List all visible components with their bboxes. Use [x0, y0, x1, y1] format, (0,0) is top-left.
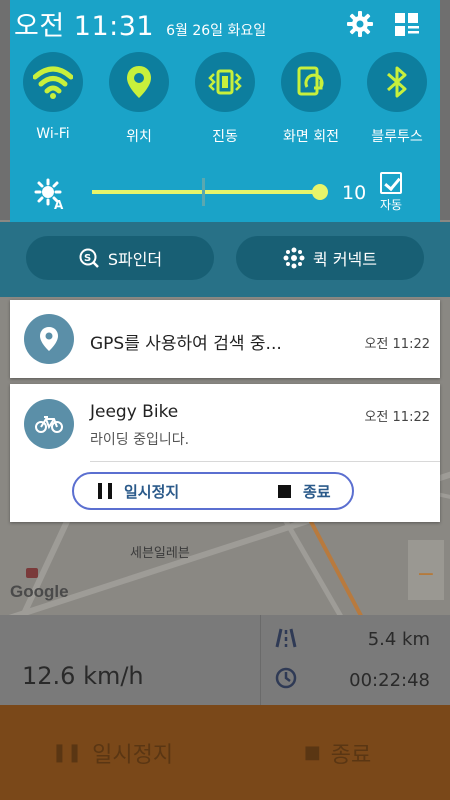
clock: 오전 11:31 [14, 11, 155, 42]
bike-notification-time: 오전 11:22 [364, 410, 430, 425]
brightness-slider[interactable] [92, 190, 320, 194]
notification-actions: 일시정지 종료 [72, 472, 354, 510]
bike-notification[interactable]: Jeegy Bike 오전 11:22 라이딩 중입니다. 일시정지 종료 [10, 384, 440, 522]
app-stop-button[interactable]: ■ 종료 [225, 705, 450, 800]
zoom-out-button[interactable]: − [408, 540, 444, 600]
speed-value: 12.6 km/h [22, 662, 144, 690]
bluetooth-icon [367, 52, 427, 112]
s-finder-button[interactable]: S S파인더 [26, 236, 214, 280]
notification-pause-button[interactable]: 일시정지 [98, 474, 179, 508]
toggle-bluetooth-label: 블루투스 [371, 129, 423, 145]
grid-edit-icon[interactable] [394, 12, 420, 38]
clock-icon [275, 667, 297, 689]
notification-stop-button[interactable]: 종료 [278, 474, 331, 508]
notification-stop-label: 종료 [303, 482, 331, 501]
bicycle-icon [24, 399, 74, 449]
stop-icon: ■ [303, 742, 321, 763]
pause-icon: ❚❚ [51, 742, 83, 763]
quick-connect-icon [283, 247, 305, 269]
svg-text:A: A [54, 198, 64, 210]
notification-pause-label: 일시정지 [124, 482, 180, 501]
auto-brightness-checkbox[interactable]: 자동 [376, 172, 406, 213]
road-distance-icon [275, 627, 297, 649]
ride-stats-panel: 12.6 km/h 5.4 km 00:22:48 [0, 615, 450, 705]
toggle-wifi-label: Wi-Fi [36, 126, 70, 142]
duration-value: 00:22:48 [349, 670, 430, 691]
pause-icon [98, 483, 112, 499]
toggle-wifi[interactable]: Wi-Fi [10, 52, 96, 146]
gear-icon[interactable] [346, 10, 374, 38]
ride-control-bar: ❚❚ 일시정지 ■ 종료 [0, 705, 450, 800]
bike-notification-text: 라이딩 중입니다. [90, 432, 190, 448]
gps-notification-title: GPS를 사용하여 검색 중... [90, 334, 282, 354]
auto-brightness-sun-icon: A [34, 178, 66, 212]
brightness-thumb[interactable] [312, 184, 328, 200]
toggle-vibrate[interactable]: 진동 [182, 52, 268, 146]
gps-notification[interactable]: GPS를 사용하여 검색 중... 오전 11:22 [10, 300, 440, 378]
screen-rotation-icon [281, 52, 341, 112]
checkbox-checked-icon [380, 172, 402, 194]
location-pin-icon [24, 314, 74, 364]
quick-connect-button[interactable]: 퀵 커넥트 [236, 236, 424, 280]
auto-brightness-label: 자동 [379, 198, 403, 212]
quick-buttons: S S파인더 퀵 커넥트 [26, 236, 424, 280]
app-pause-button[interactable]: ❚❚ 일시정지 [0, 705, 225, 800]
bike-notification-title: Jeegy Bike [90, 402, 179, 422]
date: 6월 26일 화요일 [166, 23, 267, 39]
toggle-rotation[interactable]: 화면 회전 [268, 52, 354, 146]
toggle-location-label: 위치 [126, 129, 152, 145]
wifi-icon [23, 52, 83, 112]
toggle-rotation-label: 화면 회전 [283, 129, 339, 145]
store-pin-icon [26, 568, 38, 578]
stats-divider [260, 615, 261, 705]
map-place-label: 세븐일레븐 [130, 546, 190, 561]
quick-connect-label: 퀵 커넥트 [313, 250, 377, 269]
app-stop-label: 종료 [330, 742, 372, 768]
app-pause-label: 일시정지 [92, 742, 174, 768]
toggle-bluetooth[interactable]: 블루투스 [354, 52, 440, 146]
location-pin-icon [109, 52, 169, 112]
brightness-auto-mark [202, 178, 205, 206]
brightness-level: 10 [342, 182, 367, 204]
gps-notification-time: 오전 11:22 [364, 337, 430, 352]
distance-value: 5.4 km [367, 629, 430, 650]
vibrate-icon [195, 52, 255, 112]
google-logo: Google [10, 582, 69, 601]
notification-divider [90, 461, 440, 462]
brightness-control: A 10 자동 [30, 172, 430, 216]
status-header: 오전 11:31 6월 26일 화요일 [14, 4, 434, 42]
toggle-vibrate-label: 진동 [212, 129, 238, 145]
quick-toggles: Wi-Fi 위치 진동 화면 회전 블루투스 [10, 52, 440, 146]
s-finder-icon: S [78, 247, 100, 269]
s-finder-label: S파인더 [107, 250, 163, 269]
toggle-location[interactable]: 위치 [96, 52, 182, 146]
svg-text:S: S [84, 253, 91, 264]
stop-icon [278, 484, 291, 498]
